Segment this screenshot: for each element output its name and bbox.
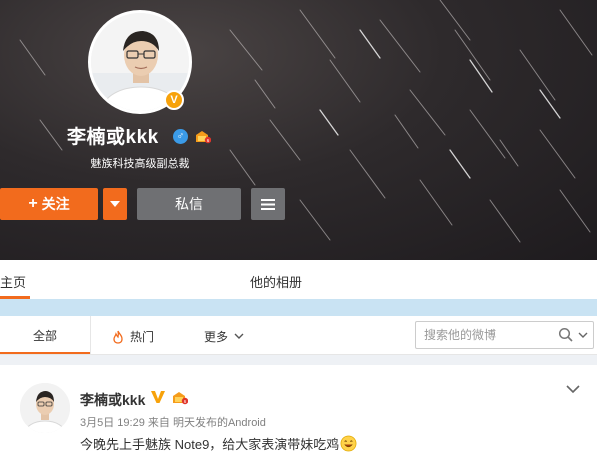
post-menu-chevron-icon[interactable]: [565, 383, 581, 395]
weibo-profile-page: V 李楠或kkk ♂ 6 魅族科技高级副总裁 + 关注 私信 主页 他的相册 全…: [0, 0, 597, 470]
post-author-name[interactable]: 李楠或kkk: [80, 390, 145, 410]
follow-dropdown-button[interactable]: [103, 188, 127, 220]
feed-post: 李楠或kkk 6 3月5日 19:29 来自 明天发布的Android 今晚先上…: [0, 365, 597, 470]
message-button[interactable]: 私信: [137, 188, 241, 220]
male-icon: ♂: [173, 129, 188, 144]
search-box: [415, 321, 594, 349]
verified-badge-icon: V: [164, 90, 184, 110]
filter-more-label: 更多: [204, 330, 229, 344]
profile-bio: 魅族科技高级副总裁: [90, 158, 190, 170]
search-icon[interactable]: [558, 327, 574, 343]
search-options-chevron-icon[interactable]: [578, 328, 588, 342]
post-meta: 3月5日 19:29 来自 明天发布的Android: [80, 414, 266, 430]
hamburger-icon: [261, 198, 275, 210]
tab-album[interactable]: 他的相册: [250, 272, 302, 291]
post-time[interactable]: 3月5日 19:29: [80, 417, 145, 429]
post-source[interactable]: 明天发布的Android: [173, 417, 266, 429]
tab-home[interactable]: 主页: [0, 272, 26, 291]
filter-more[interactable]: 更多: [204, 328, 244, 345]
post-avatar[interactable]: [20, 383, 70, 433]
post-member-level-icon[interactable]: 6: [171, 391, 188, 405]
smile-emoji-icon: [340, 435, 357, 452]
filter-hot-label: 热门: [130, 330, 155, 344]
post-text: 今晚先上手魅族 Note9，给大家表演带妹吃鸡: [80, 434, 357, 453]
filter-all-active-indicator: [0, 352, 90, 354]
filter-divider: [90, 316, 91, 355]
follow-button[interactable]: + 关注: [0, 188, 98, 220]
follow-label: 关注: [41, 196, 70, 212]
feed-gap: [0, 355, 597, 365]
fire-icon: [113, 330, 123, 344]
post-source-prefix: 来自: [147, 417, 170, 429]
profile-tab-bar: 主页 他的相册: [0, 260, 597, 299]
plus-icon: +: [28, 195, 38, 212]
member-level-icon[interactable]: 6: [194, 130, 211, 144]
profile-name: 李楠或kkk: [67, 127, 159, 148]
search-input[interactable]: [424, 327, 562, 343]
profile-cover: V 李楠或kkk ♂ 6 魅族科技高级副总裁 + 关注 私信: [0, 0, 597, 260]
filter-all[interactable]: 全部: [0, 316, 90, 355]
filter-hot[interactable]: 热门: [112, 328, 154, 345]
caret-down-icon: [110, 201, 120, 207]
post-text-content: 今晚先上手魅族 Note9，给大家表演带妹吃鸡: [80, 437, 340, 452]
more-menu-button[interactable]: [251, 188, 285, 220]
verified-v-icon: [151, 391, 165, 403]
feed-filter-bar: 全部 热门 更多: [0, 316, 597, 355]
chevron-down-icon: [234, 333, 244, 339]
divider-strip: [0, 299, 597, 316]
